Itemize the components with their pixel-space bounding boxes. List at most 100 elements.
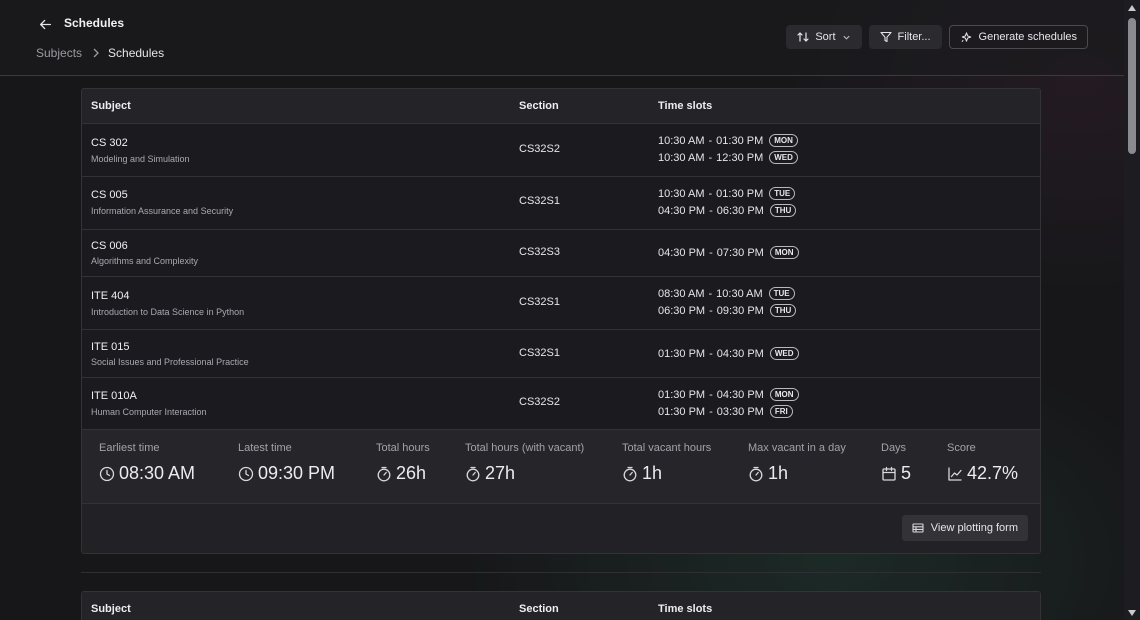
time-slot: 04:30 PM -07:30 PM MON xyxy=(658,246,799,259)
subject-name: Algorithms and Complexity xyxy=(91,256,199,266)
stat-total-vacant-hours: Total vacant hours 1h xyxy=(622,442,711,484)
slot-end: 07:30 PM xyxy=(716,246,764,259)
stat-value: 09:30 PM xyxy=(258,463,336,483)
back-button[interactable] xyxy=(36,15,54,33)
day-badge: FRI xyxy=(769,405,793,418)
stat-label: Max vacant in a day xyxy=(748,442,846,454)
stat-earliest-time: Earliest time 08:30 AM xyxy=(99,442,195,484)
slot-end: 01:30 PM xyxy=(716,187,764,200)
chevron-down-icon xyxy=(842,35,850,40)
subject-name: Human Computer Interaction xyxy=(91,407,207,417)
slot-end: 01:30 PM xyxy=(716,134,764,147)
toolbar: Sort Filter... Generate schedules xyxy=(786,25,1088,49)
day-badge: WED xyxy=(769,151,798,164)
filter-icon xyxy=(879,31,892,43)
clock-icon xyxy=(238,466,254,481)
subject-name: Information Assurance and Security xyxy=(91,206,234,216)
filter-button[interactable]: Filter... xyxy=(868,25,942,49)
subject-code: ITE 010A xyxy=(91,390,137,402)
day-badge: MON xyxy=(769,388,799,401)
day-badge: WED xyxy=(769,347,799,360)
breadcrumb: Subjects Schedules xyxy=(36,46,164,60)
section-code: CS32S1 xyxy=(519,347,560,359)
time-slot: 01:30 PM -04:30 PM MON xyxy=(658,388,799,401)
day-badge: MON xyxy=(769,134,798,147)
breadcrumb-subjects[interactable]: Subjects xyxy=(36,46,82,60)
time-slot: 10:30 AM -01:30 PM TUE xyxy=(658,187,796,200)
slot-start: 06:30 PM xyxy=(658,304,706,317)
table-header: Subject Section Time slots xyxy=(82,89,1040,124)
slot-end: 04:30 PM xyxy=(716,388,764,401)
card-divider xyxy=(81,572,1041,573)
slot-start: 01:30 PM xyxy=(658,347,706,360)
timer-icon xyxy=(466,466,480,481)
stat-max-vacant-day: Max vacant in a day 1h xyxy=(748,442,846,484)
generate-label: Generate schedules xyxy=(978,31,1077,43)
stat-label: Total hours (with vacant) xyxy=(465,442,585,454)
stat-value: 42.7% xyxy=(967,463,1019,483)
slot-start: 04:30 PM xyxy=(658,204,706,217)
slot-start: 10:30 AM xyxy=(658,151,705,164)
stat-total-hours: Total hours 26h xyxy=(376,442,430,484)
column-header-section: Section xyxy=(519,603,559,615)
stat-total-hours-with-vacant: Total hours (with vacant) 27h xyxy=(465,442,584,484)
slot-start: 08:30 AM xyxy=(658,287,705,300)
time-slot: 01:30 PM -03:30 PM FRI xyxy=(658,405,793,418)
stat-label: Latest time xyxy=(238,442,292,454)
section-code: CS32S2 xyxy=(519,143,560,155)
column-header-section: Section xyxy=(519,100,559,112)
schedule-card: Subject Section Time slots CS 302 Modeli… xyxy=(81,88,1041,554)
vertical-scrollbar[interactable] xyxy=(1124,0,1140,620)
table-row: CS 302 Modeling and Simulation CS32S2 10… xyxy=(82,124,1040,177)
trend-icon xyxy=(948,466,962,481)
section-code: CS32S1 xyxy=(519,195,560,207)
slot-start: 01:30 PM xyxy=(658,405,706,418)
stat-days: Days 5 xyxy=(881,442,911,484)
slot-end: 10:30 AM xyxy=(716,287,763,300)
table-row: CS 005 Information Assurance and Securit… xyxy=(82,177,1040,230)
stat-value: 1h xyxy=(642,463,663,483)
stat-value: 5 xyxy=(901,463,912,483)
scroll-down-arrow[interactable] xyxy=(1128,610,1136,616)
calendar-icon xyxy=(882,466,896,481)
slot-end: 04:30 PM xyxy=(716,347,764,360)
subject-name: Modeling and Simulation xyxy=(91,154,190,164)
table-row: CS 006 Algorithms and Complexity CS32S3 … xyxy=(82,230,1040,277)
view-plotting-form-button[interactable]: View plotting form xyxy=(901,515,1028,541)
scrollbar-thumb[interactable] xyxy=(1128,18,1136,154)
day-badge: TUE xyxy=(769,187,796,200)
day-badge: TUE xyxy=(768,287,795,300)
sort-label: Sort xyxy=(815,31,836,43)
time-slot: 08:30 AM -10:30 AM TUE xyxy=(658,287,795,300)
column-header-subject: Subject xyxy=(91,603,131,615)
stat-label: Total vacant hours xyxy=(622,442,712,454)
time-slot: 01:30 PM -04:30 PM WED xyxy=(658,347,799,360)
day-badge: THU xyxy=(769,204,797,217)
generate-schedules-button[interactable]: Generate schedules xyxy=(948,25,1088,49)
sparkle-icon xyxy=(961,31,971,42)
schedule-stats: Earliest time 08:30 AM Latest time 09:30… xyxy=(82,430,1040,504)
sort-button[interactable]: Sort xyxy=(786,25,862,49)
slot-end: 06:30 PM xyxy=(716,204,764,217)
table-row: ITE 404 Introduction to Data Science in … xyxy=(82,277,1040,330)
subject-code: ITE 404 xyxy=(91,290,130,302)
app: Schedules Subjects Schedules Sort Filter… xyxy=(0,0,1124,620)
time-slot: 06:30 PM -09:30 PM THU xyxy=(658,304,797,317)
chevron-right-icon xyxy=(92,48,100,58)
time-slot: 04:30 PM -06:30 PM THU xyxy=(658,204,797,217)
page-title: Schedules xyxy=(64,16,125,30)
sort-icon xyxy=(797,32,809,42)
day-badge: THU xyxy=(769,304,797,317)
column-header-time-slots: Time slots xyxy=(658,603,713,615)
stat-value: 26h xyxy=(396,463,427,483)
stat-value: 1h xyxy=(768,463,789,483)
slot-end: 03:30 PM xyxy=(716,405,764,418)
column-header-time-slots: Time slots xyxy=(658,100,713,112)
subject-code: ITE 015 xyxy=(91,341,130,353)
scroll-up-arrow[interactable] xyxy=(1128,5,1136,11)
section-code: CS32S1 xyxy=(519,296,560,308)
arrow-left-icon xyxy=(39,19,51,29)
slot-end: 09:30 PM xyxy=(716,304,764,317)
section-code: CS32S3 xyxy=(519,246,560,258)
clock-icon xyxy=(99,466,115,481)
